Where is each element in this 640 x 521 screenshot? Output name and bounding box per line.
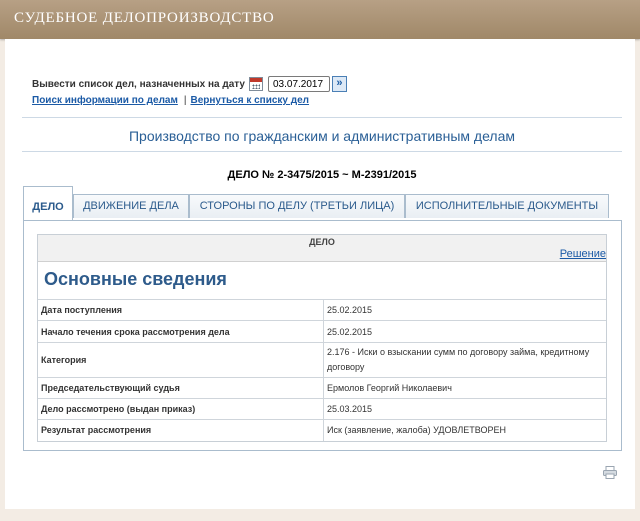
- site-title: СУДЕБНОЕ ДЕЛОПРОИЗВОДСТВО: [14, 10, 275, 26]
- divider: [22, 117, 622, 118]
- row-value: 25.02.2015: [323, 320, 606, 343]
- main-content: Вывести список дел, назначенных на дату …: [5, 39, 635, 509]
- table-row: Результат рассмотрения Иск (заявление, ж…: [38, 419, 606, 441]
- case-details-box: ДЕЛО Решение Основные сведения Дата пост…: [37, 234, 607, 442]
- table-row: Дело рассмотрено (выдан приказ) 25.03.20…: [38, 398, 606, 420]
- decision-link[interactable]: Решение: [560, 248, 606, 260]
- link-separator: |: [183, 95, 187, 106]
- row-value: 2.176 - Иски о взыскании сумм по договор…: [323, 342, 606, 378]
- double-chevron-right-icon[interactable]: »: [331, 76, 347, 92]
- date-input[interactable]: 03.07.2017: [267, 76, 330, 92]
- row-label: Результат рассмотрения: [38, 419, 324, 441]
- row-value: 25.03.2015: [323, 398, 606, 420]
- main-info-heading: Основные сведения: [44, 269, 227, 289]
- table-row: Председательствующий судья Ермолов Георг…: [38, 377, 606, 399]
- section-title: Производство по гражданским и администра…: [128, 128, 515, 144]
- search-cases-link[interactable]: Поиск информации по делам: [32, 95, 178, 106]
- divider: [22, 151, 622, 152]
- case-number: ДЕЛО № 2-3475/2015 ~ М-2391/2015: [227, 169, 417, 181]
- case-info-table: Дата поступления 25.02.2015 Начало течен…: [38, 299, 606, 441]
- tab-parties[interactable]: СТОРОНЫ ПО ДЕЛУ (ТРЕТЬИ ЛИЦА): [189, 194, 405, 218]
- site-header: СУДЕБНОЕ ДЕЛОПРОИЗВОДСТВО: [0, 0, 640, 39]
- date-filter-label: Вывести список дел, назначенных на дату: [32, 78, 245, 90]
- case-details-title: ДЕЛО: [309, 237, 335, 247]
- row-label: Дело рассмотрено (выдан приказ): [38, 398, 324, 420]
- category-line-2: договору: [327, 362, 365, 372]
- date-filter: Вывести список дел, назначенных на дату …: [32, 74, 347, 94]
- back-to-list-link[interactable]: Вернуться к списку дел: [190, 95, 309, 106]
- row-label: Председательствующий судья: [38, 377, 324, 399]
- row-label: Дата поступления: [38, 299, 324, 321]
- row-value: Иск (заявление, жалоба) УДОВЛЕТВОРЕН: [323, 419, 606, 441]
- row-value: 25.02.2015: [323, 299, 606, 321]
- printer-icon[interactable]: [603, 466, 617, 479]
- table-row: Начало течения срока рассмотрения дела 2…: [38, 320, 606, 343]
- calendar-icon[interactable]: [248, 77, 263, 91]
- tab-case-movement[interactable]: ДВИЖЕНИЕ ДЕЛА: [73, 194, 189, 218]
- case-panel: ДЕЛО Решение Основные сведения Дата пост…: [23, 220, 622, 451]
- row-label: Начало течения срока рассмотрения дела: [38, 320, 324, 343]
- tab-case[interactable]: ДЕЛО: [23, 186, 73, 220]
- row-value: Ермолов Георгий Николаевич: [323, 377, 606, 399]
- category-line-1: 2.176 - Иски о взыскании сумм по договор…: [327, 347, 590, 357]
- table-row: Категория 2.176 - Иски о взыскании сумм …: [38, 342, 606, 378]
- nav-links: Поиск информации по делам | Вернуться к сп…: [32, 95, 309, 106]
- row-label: Категория: [38, 342, 324, 378]
- table-row: Дата поступления 25.02.2015: [38, 299, 606, 321]
- tab-enforcement-documents[interactable]: ИСПОЛНИТЕЛЬНЫЕ ДОКУМЕНТЫ: [405, 194, 609, 218]
- case-details-header: ДЕЛО Решение: [38, 235, 606, 262]
